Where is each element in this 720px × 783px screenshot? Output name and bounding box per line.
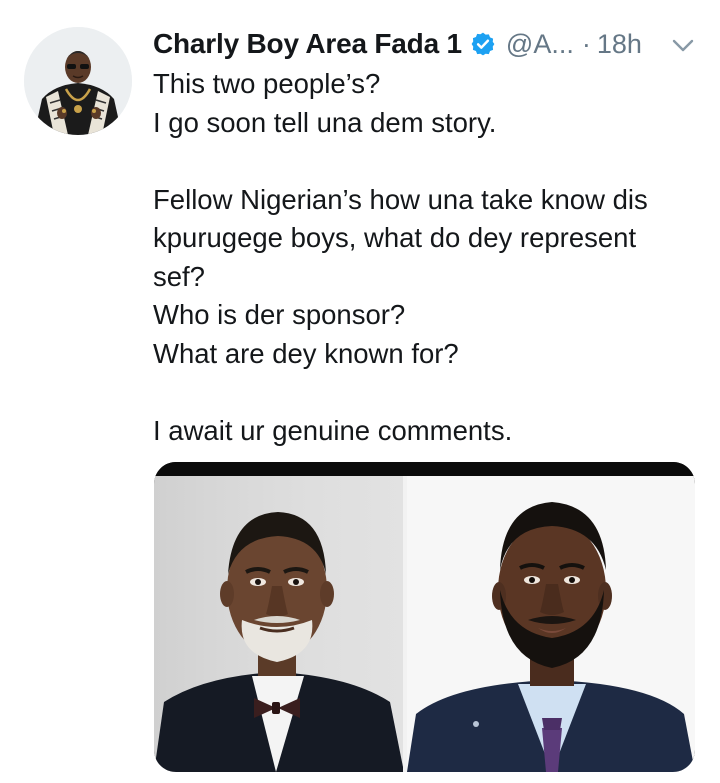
- author-display-name[interactable]: Charly Boy Area Fada 1: [153, 28, 462, 60]
- verified-badge-icon: [470, 31, 496, 57]
- tweet-media-photo[interactable]: [154, 462, 695, 772]
- tweet-text-line: What are dey known for?: [153, 337, 459, 369]
- separator-dot: ·: [581, 28, 591, 59]
- tweet-text-line: I go soon tell una dem story.: [153, 106, 497, 138]
- tweet-text-line: Fellow Nigerian’s how una take know dis: [153, 183, 648, 215]
- author-handle[interactable]: @A...: [506, 29, 574, 60]
- tweet-text-line: I await ur genuine comments.: [153, 414, 513, 446]
- chevron-down-icon[interactable]: [668, 30, 698, 60]
- tweet-timestamp[interactable]: 18h: [597, 29, 642, 60]
- right-portrait: [407, 476, 695, 772]
- tweet-text-line: This two people’s?: [153, 68, 381, 99]
- avatar-image: [24, 27, 132, 135]
- tweet-text: This two people’s? I go soon tell una de…: [153, 65, 703, 450]
- tweet-text-line: kpurugege boys, what do dey represent: [153, 222, 637, 253]
- avatar[interactable]: [24, 27, 132, 135]
- photo-collage: [154, 462, 695, 772]
- tweet-text-line: sef?: [153, 260, 205, 292]
- left-portrait: [154, 476, 404, 772]
- tweet[interactable]: Charly Boy Area Fada 1 @A... · 18h This …: [0, 0, 720, 783]
- tweet-text-line: Who is der sponsor?: [153, 299, 406, 330]
- tweet-header: Charly Boy Area Fada 1 @A... · 18h: [153, 24, 698, 64]
